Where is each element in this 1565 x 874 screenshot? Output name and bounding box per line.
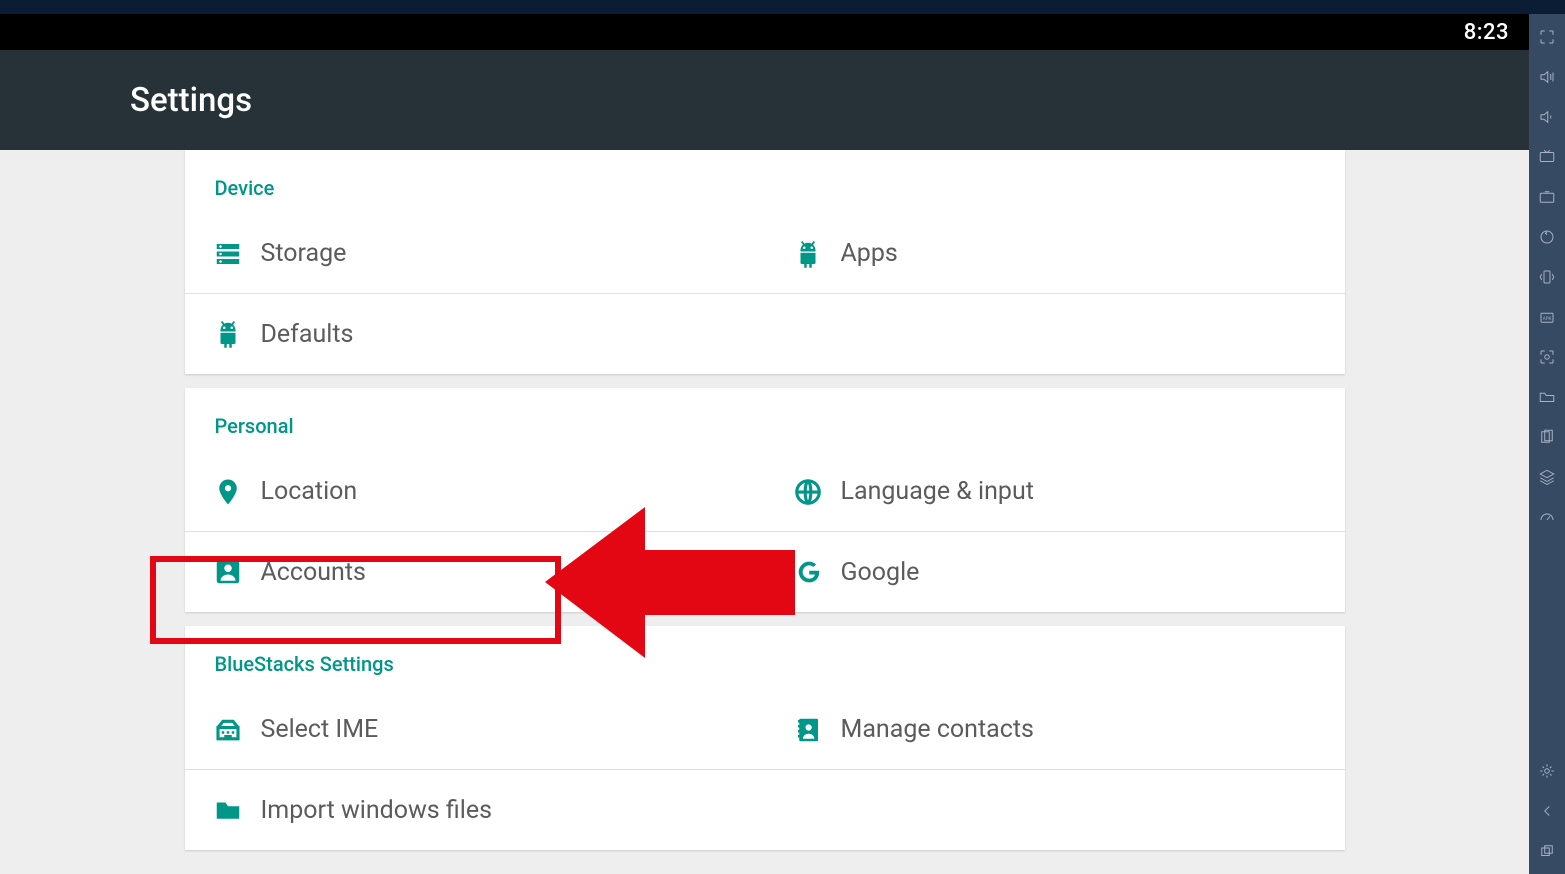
settings-item-label: Select IME bbox=[261, 715, 379, 744]
settings-item-import-files[interactable]: Import windows files bbox=[185, 770, 765, 850]
status-time: 8:23 bbox=[1464, 20, 1509, 45]
card-header: Device bbox=[185, 150, 1345, 214]
storage-icon bbox=[195, 239, 261, 269]
copy-icon[interactable] bbox=[1529, 420, 1565, 454]
window-title-bar bbox=[0, 0, 1565, 14]
status-bar: 8:23 bbox=[0, 14, 1529, 50]
folder-icon bbox=[195, 795, 261, 825]
settings-item-label: Google bbox=[841, 558, 920, 587]
layers-icon[interactable] bbox=[1529, 460, 1565, 494]
location-icon bbox=[195, 477, 261, 507]
settings-card: Personal Location Language & input Accounts… bbox=[185, 388, 1345, 612]
emulator-frame: 8:23 Settings Device Storage Apps Defaults P… bbox=[0, 14, 1529, 874]
page-title: Settings bbox=[130, 81, 252, 120]
settings-item-location[interactable]: Location bbox=[185, 452, 765, 532]
settings-item-defaults[interactable]: Defaults bbox=[185, 294, 765, 374]
android-icon bbox=[195, 319, 261, 349]
settings-item-label: Storage bbox=[261, 239, 347, 268]
card-header: Personal bbox=[185, 388, 1345, 452]
settings-item-label: Language & input bbox=[841, 477, 1034, 506]
settings-item-label: Manage contacts bbox=[841, 715, 1034, 744]
settings-item-storage[interactable]: Storage bbox=[185, 214, 765, 294]
app-header: Settings bbox=[0, 50, 1529, 150]
volume-down-icon[interactable] bbox=[1529, 100, 1565, 134]
android-icon bbox=[775, 239, 841, 269]
contacts-icon bbox=[775, 715, 841, 745]
media-icon[interactable] bbox=[1529, 180, 1565, 214]
settings-card: Device Storage Apps Defaults bbox=[185, 150, 1345, 374]
settings-item-google[interactable]: Google bbox=[765, 532, 1345, 612]
settings-item-label: Accounts bbox=[261, 558, 366, 587]
toolbar-right: APK bbox=[1529, 14, 1565, 874]
google-icon bbox=[775, 557, 841, 587]
keymap-icon[interactable] bbox=[1529, 140, 1565, 174]
settings-item-label: Import windows files bbox=[261, 796, 493, 825]
rotate-icon[interactable] bbox=[1529, 220, 1565, 254]
settings-item-language[interactable]: Language & input bbox=[765, 452, 1345, 532]
svg-text:APK: APK bbox=[1543, 316, 1552, 322]
card-header: BlueStacks Settings bbox=[185, 626, 1345, 690]
fullscreen-icon[interactable] bbox=[1529, 20, 1565, 54]
shake-icon[interactable] bbox=[1529, 260, 1565, 294]
settings-item-apps[interactable]: Apps bbox=[765, 214, 1345, 294]
person-icon bbox=[195, 557, 261, 587]
settings-item-contacts[interactable]: Manage contacts bbox=[765, 690, 1345, 770]
folder-icon[interactable] bbox=[1529, 380, 1565, 414]
speed-icon[interactable] bbox=[1529, 500, 1565, 534]
keyboard-icon bbox=[195, 715, 261, 745]
settings-item-label: Apps bbox=[841, 239, 898, 268]
settings-item-accounts[interactable]: Accounts bbox=[185, 532, 765, 612]
settings-item-label: Defaults bbox=[261, 320, 354, 349]
empty-cell bbox=[765, 770, 1345, 850]
settings-content: Device Storage Apps Defaults Personal Locatio… bbox=[0, 150, 1529, 874]
settings-item-select-ime[interactable]: Select IME bbox=[185, 690, 765, 770]
back-icon[interactable] bbox=[1529, 794, 1565, 828]
volume-up-icon[interactable] bbox=[1529, 60, 1565, 94]
apk-icon[interactable]: APK bbox=[1529, 300, 1565, 334]
settings-icon[interactable] bbox=[1529, 754, 1565, 788]
camera-icon[interactable] bbox=[1529, 340, 1565, 374]
android-screen: 8:23 Settings Device Storage Apps Defaults P… bbox=[0, 14, 1529, 874]
settings-item-label: Location bbox=[261, 477, 358, 506]
multi-icon[interactable] bbox=[1529, 834, 1565, 868]
globe-icon bbox=[775, 477, 841, 507]
settings-card: BlueStacks Settings Select IME Manage cont… bbox=[185, 626, 1345, 850]
empty-cell bbox=[765, 294, 1345, 374]
